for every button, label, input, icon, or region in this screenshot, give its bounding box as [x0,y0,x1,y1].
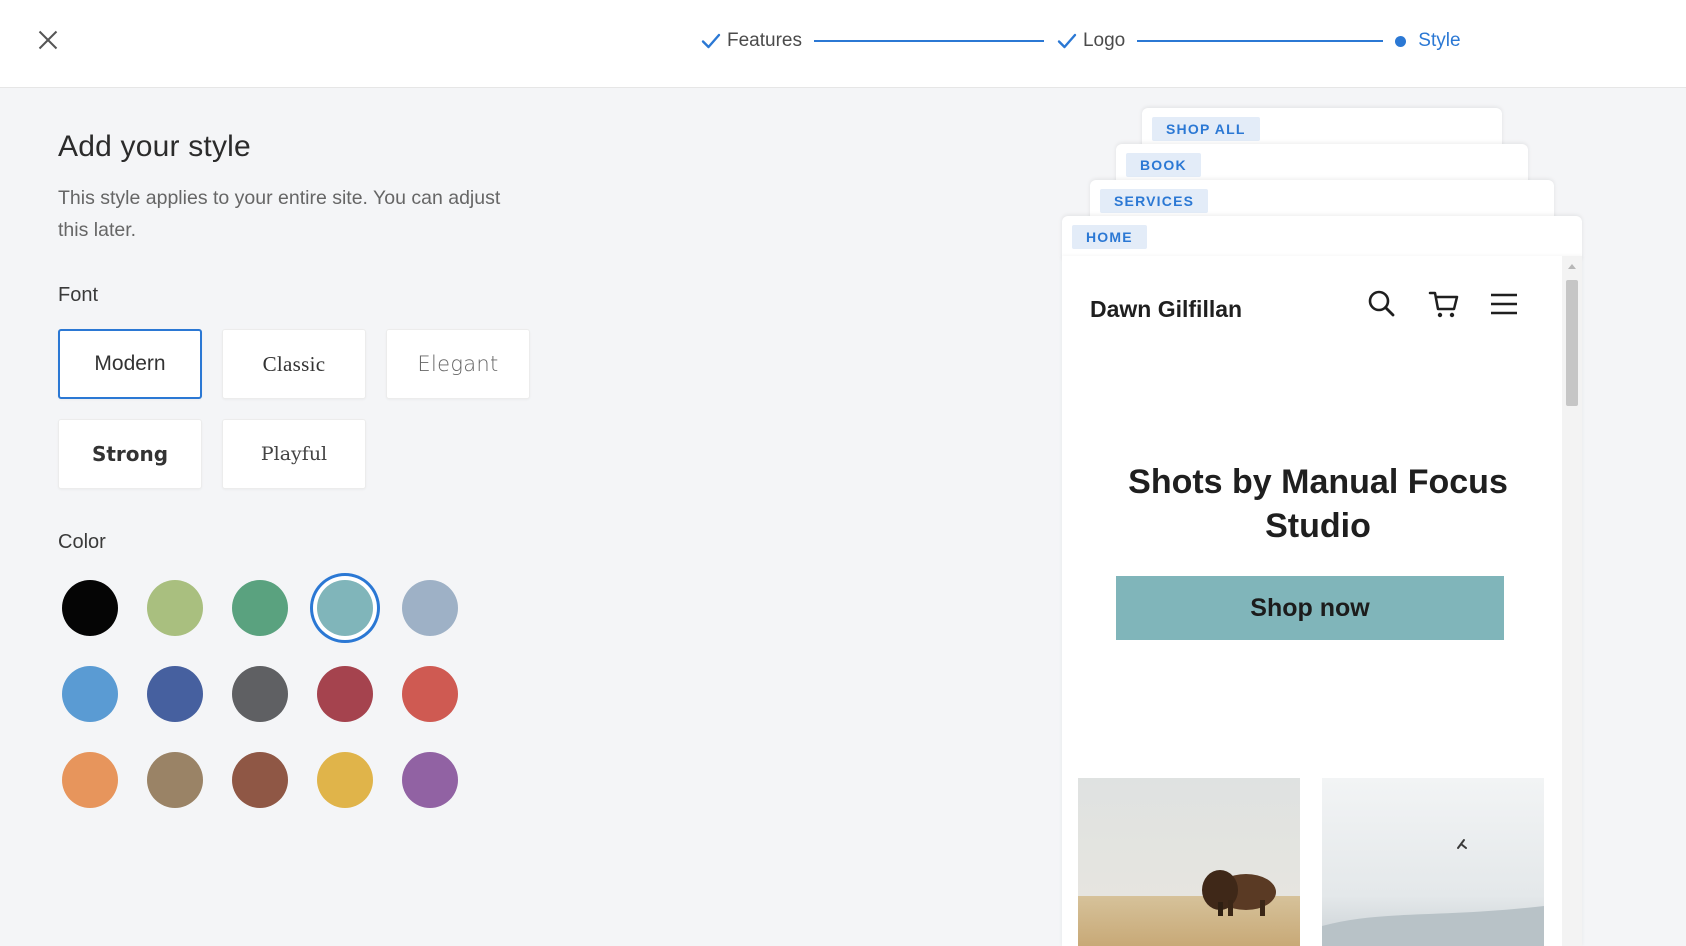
top-bar: Features Logo Style [0,0,1686,88]
site-preview: SHOP ALL BOOK SERVICES HOME Dawn Gilfill… [1062,108,1582,946]
site-name: Dawn Gilfillan [1090,296,1243,322]
color-swatch[interactable] [402,752,458,808]
checkmark-icon [700,30,722,52]
step-label: Features [727,30,802,51]
cart-icon[interactable] [1426,286,1462,322]
color-swatch[interactable] [62,752,118,808]
color-swatch[interactable] [147,580,203,636]
close-icon[interactable] [34,26,62,54]
font-option-playful[interactable]: Playful [222,419,366,489]
color-section-label: Color [58,531,106,553]
page-title: Add your style [58,130,251,163]
page-tab-shop-all[interactable]: SHOP ALL [1152,117,1260,141]
color-swatch[interactable] [62,666,118,722]
step-logo[interactable]: Logo [1056,30,1125,52]
search-icon[interactable] [1364,286,1400,322]
font-option-modern[interactable]: Modern [58,329,202,399]
home-page-preview: Dawn Gilfillan Shots by Manual Focus Stu… [1062,256,1582,946]
color-swatches [62,580,618,808]
color-swatch[interactable] [317,752,373,808]
page-subtitle: This style applies to your entire site. … [58,187,501,241]
style-panel: Add your style This style applies to you… [58,130,618,808]
page-tab-home[interactable]: HOME [1072,225,1147,249]
font-options: Modern Classic Elegant Strong Playful [58,329,618,489]
hero-title: Shots by Manual Focus Studio [1128,463,1508,545]
page-tab-book[interactable]: BOOK [1126,153,1201,177]
step-connector [1137,40,1384,42]
font-option-strong[interactable]: Strong [58,419,202,489]
foggy-landscape-photo [1322,778,1544,946]
current-step-dot-icon [1395,35,1407,47]
progress-stepper: Features Logo Style [700,26,1461,56]
color-swatch[interactable] [317,580,373,636]
menu-icon[interactable] [1486,286,1522,322]
color-swatch[interactable] [147,666,203,722]
preview-scrollbar[interactable] [1562,256,1582,946]
color-swatch[interactable] [147,752,203,808]
bison-photo [1078,778,1300,946]
font-option-elegant[interactable]: Elegant [386,329,530,399]
color-swatch[interactable] [232,752,288,808]
step-style[interactable]: Style [1395,30,1461,52]
step-label: Logo [1082,30,1126,51]
font-section-label: Font [58,284,99,306]
color-swatch[interactable] [232,666,288,722]
checkmark-icon [1056,30,1078,52]
font-option-classic[interactable]: Classic [222,329,366,399]
shop-now-button[interactable]: Shop now [1116,576,1504,640]
page-tab-services[interactable]: SERVICES [1100,189,1209,213]
color-swatch[interactable] [232,580,288,636]
scroll-up-arrow-icon[interactable] [1568,264,1576,269]
scroll-thumb[interactable] [1566,280,1578,406]
color-swatch[interactable] [317,666,373,722]
color-swatch[interactable] [402,580,458,636]
color-swatch[interactable] [402,666,458,722]
step-label: Style [1418,30,1461,51]
page-card-home: HOME [1062,216,1582,260]
color-swatch[interactable] [62,580,118,636]
step-connector [813,40,1044,42]
step-features[interactable]: Features [700,30,802,52]
